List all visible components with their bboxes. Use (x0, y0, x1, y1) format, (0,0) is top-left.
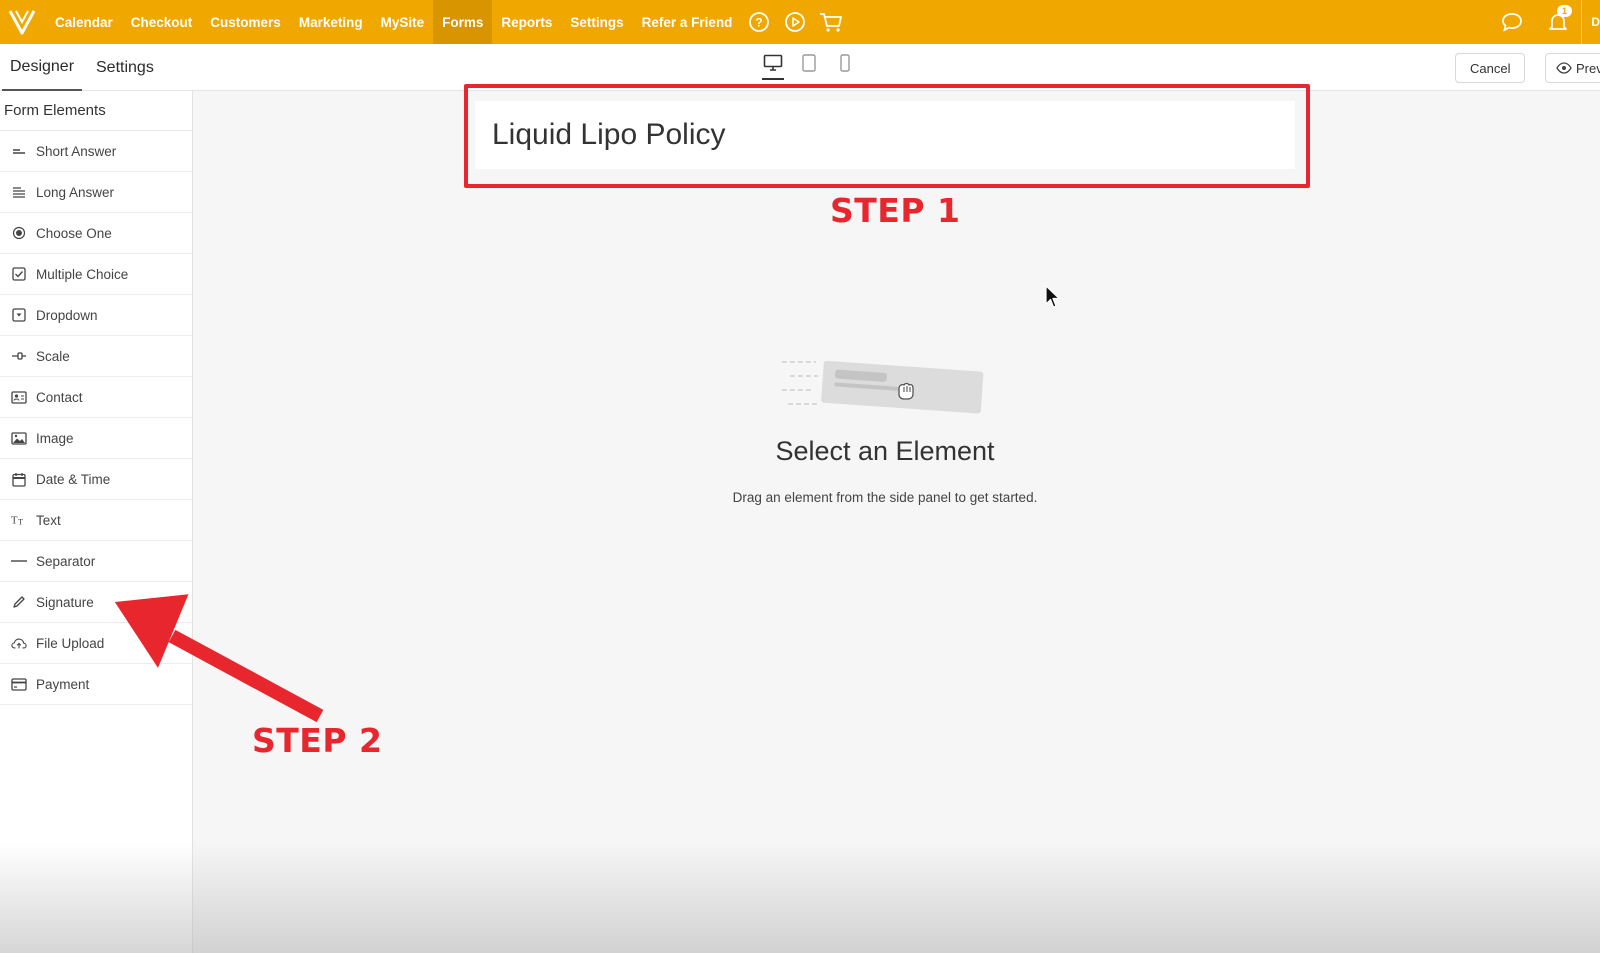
main-nav: Calendar Checkout Customers Marketing My… (46, 0, 849, 44)
step2-arrow-icon (114, 594, 324, 723)
cloud-upload-icon (11, 635, 27, 651)
eye-icon (1556, 62, 1572, 74)
calendar-icon (11, 471, 27, 487)
mouse-pointer-icon (1045, 285, 1060, 308)
credit-card-icon (11, 676, 27, 692)
svg-text:T: T (11, 516, 18, 527)
element-label: Scale (36, 348, 70, 364)
preview-button[interactable]: Prev (1545, 53, 1600, 83)
nav-forms[interactable]: Forms (433, 0, 493, 44)
nav-calendar[interactable]: Calendar (46, 0, 122, 44)
dropdown-icon (11, 307, 27, 323)
tablet-icon[interactable] (798, 54, 820, 80)
empty-state-subtitle: Drag an element from the side panel to g… (732, 490, 1038, 505)
contact-card-icon (11, 389, 27, 405)
element-label: Contact (36, 389, 83, 405)
element-label: Short Answer (36, 143, 117, 159)
element-label: File Upload (36, 635, 105, 651)
element-separator[interactable]: Separator (0, 541, 192, 582)
element-label: Date & Time (36, 471, 111, 487)
play-icon[interactable] (777, 0, 813, 44)
device-preview-toggle (762, 54, 856, 80)
chat-icon[interactable] (1489, 0, 1535, 44)
element-label: Text (36, 512, 61, 528)
separator-icon (11, 553, 27, 569)
element-short-answer[interactable]: Short Answer (0, 131, 192, 172)
nav-settings[interactable]: Settings (561, 0, 632, 44)
bell-icon[interactable]: 1 (1535, 0, 1581, 44)
help-icon[interactable]: ? (741, 0, 777, 44)
step1-label: STEP 1 (830, 191, 961, 230)
nav-checkout[interactable]: Checkout (122, 0, 202, 44)
element-label: Dropdown (36, 307, 98, 323)
nav-refer-a-friend[interactable]: Refer a Friend (633, 0, 742, 44)
nav-marketing[interactable]: Marketing (290, 0, 372, 44)
scale-icon (11, 348, 27, 364)
element-label: Long Answer (36, 184, 115, 200)
image-icon (11, 430, 27, 446)
mobile-icon[interactable] (834, 54, 856, 80)
pen-icon (11, 594, 27, 610)
short-answer-icon (11, 143, 27, 159)
empty-state-title: Select an Element (775, 436, 995, 466)
element-long-answer[interactable]: Long Answer (0, 172, 192, 213)
element-multiple-choice[interactable]: Multiple Choice (0, 254, 192, 295)
element-label: Separator (36, 553, 96, 569)
nav-customers[interactable]: Customers (201, 0, 290, 44)
top-right-controls: 1 D (1489, 0, 1600, 44)
nav-reports[interactable]: Reports (492, 0, 561, 44)
svg-text:?: ? (756, 16, 763, 30)
element-label: Image (36, 430, 74, 446)
element-choose-one[interactable]: Choose One (0, 213, 192, 254)
preview-label: Prev (1576, 60, 1600, 76)
long-answer-icon (11, 184, 27, 200)
tab-settings[interactable]: Settings (96, 44, 154, 91)
element-label: Payment (36, 676, 90, 692)
top-navigation-bar: Calendar Checkout Customers Marketing My… (0, 0, 1600, 44)
step1-highlight-box (464, 84, 1310, 188)
element-text[interactable]: TT Text (0, 500, 192, 541)
radio-icon (11, 225, 27, 241)
cancel-button[interactable]: Cancel (1455, 53, 1526, 83)
element-contact[interactable]: Contact (0, 377, 192, 418)
vagaro-logo-icon[interactable] (0, 0, 44, 44)
notification-badge: 1 (1557, 5, 1573, 17)
drag-element-illustration (782, 360, 984, 414)
tab-designer[interactable]: Designer (2, 44, 82, 91)
form-elements-heading: Form Elements (0, 91, 192, 131)
checkbox-icon (11, 266, 27, 282)
svg-text:T: T (18, 517, 23, 526)
element-label: Signature (36, 594, 94, 610)
desktop-icon[interactable] (762, 54, 784, 80)
element-dropdown[interactable]: Dropdown (0, 295, 192, 336)
step2-label: STEP 2 (252, 721, 383, 760)
element-date-time[interactable]: Date & Time (0, 459, 192, 500)
element-label: Multiple Choice (36, 266, 129, 282)
element-image[interactable]: Image (0, 418, 192, 459)
text-icon: TT (11, 512, 27, 528)
element-scale[interactable]: Scale (0, 336, 192, 377)
user-menu[interactable]: D (1582, 15, 1600, 29)
form-elements-panel: Form Elements Short Answer Long Answer C… (0, 91, 193, 953)
cart-icon[interactable] (813, 0, 849, 44)
element-label: Choose One (36, 225, 112, 241)
nav-mysite[interactable]: MySite (372, 0, 434, 44)
